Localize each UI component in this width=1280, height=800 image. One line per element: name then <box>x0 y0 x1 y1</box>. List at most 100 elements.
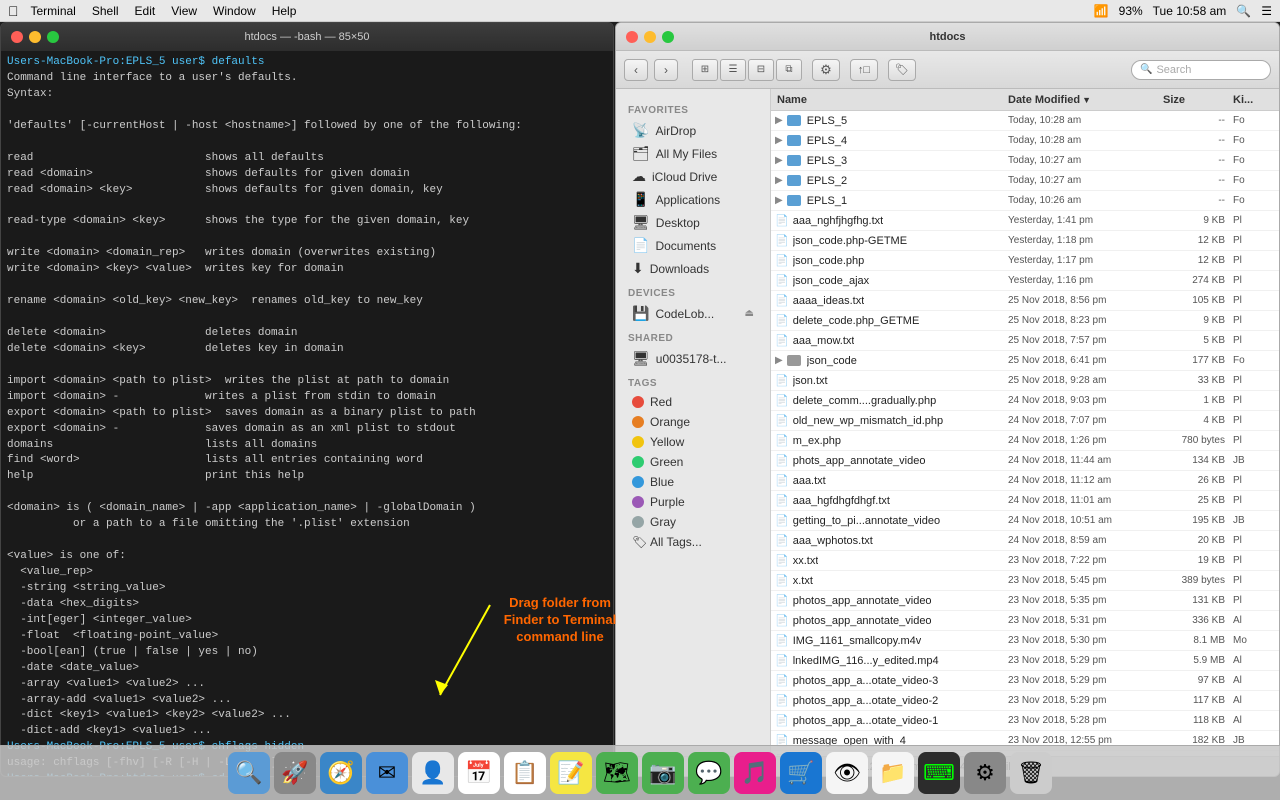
table-row[interactable]: 📄 json_code.php-GETME Yesterday, 1:18 pm… <box>771 231 1279 251</box>
minimize-button[interactable] <box>29 31 41 43</box>
sidebar-tag-all-tags[interactable]: 🏷All Tags... <box>620 532 766 552</box>
menu-view[interactable]: View <box>171 4 197 18</box>
dock-safari[interactable]: 🧭 <box>320 752 362 794</box>
column-view-button[interactable]: ⊟ <box>748 59 774 81</box>
table-row[interactable]: ▶ EPLS_2 Today, 10:27 am -- Fo <box>771 171 1279 191</box>
table-row[interactable]: 📄 x.txt 23 Nov 2018, 5:45 pm 389 bytes P… <box>771 571 1279 591</box>
table-row[interactable]: 📄 json.txt 25 Nov 2018, 9:28 am 33 KB Pl <box>771 371 1279 391</box>
table-row[interactable]: 📄 xx.txt 23 Nov 2018, 7:22 pm 19 KB Pl <box>771 551 1279 571</box>
sidebar-item-codelobster[interactable]: 💾 CodeLob... ⏏ <box>620 302 766 325</box>
sidebar-item-documents[interactable]: 📄 Documents <box>620 234 766 257</box>
table-row[interactable]: ▶ EPLS_1 Today, 10:26 am -- Fo <box>771 191 1279 211</box>
sidebar-item-shared[interactable]: 🖥 u0035178-t... <box>620 347 766 370</box>
sidebar-item-airdrop[interactable]: 📡 AirDrop <box>620 119 766 142</box>
table-row[interactable]: 📄 json_code_ajax Yesterday, 1:16 pm 274 … <box>771 271 1279 291</box>
dock-system-prefs[interactable]: ⚙ <box>964 752 1006 794</box>
finder-minimize-button[interactable] <box>644 31 656 43</box>
forward-button[interactable]: › <box>654 59 678 81</box>
table-row[interactable]: 📄 getting_to_pi...annotate_video 24 Nov … <box>771 511 1279 531</box>
table-row[interactable]: 📄 m_ex.php 24 Nov 2018, 1:26 pm 780 byte… <box>771 431 1279 451</box>
list-view-button[interactable]: ☰ <box>720 59 746 81</box>
list-icon[interactable]: ☰ <box>1261 4 1272 18</box>
sidebar-tag-orange[interactable]: Orange <box>620 412 766 432</box>
dock-terminal[interactable]: ⌨ <box>918 752 960 794</box>
file-name-cell: 📄 x.txt <box>771 574 1004 587</box>
sidebar-tag-red[interactable]: Red <box>620 392 766 412</box>
table-row[interactable]: 📄 phots_app_annotate_video 24 Nov 2018, … <box>771 451 1279 471</box>
table-row[interactable]: ▶ EPLS_3 Today, 10:27 am -- Fo <box>771 151 1279 171</box>
col-header-name[interactable]: Name <box>771 94 1004 106</box>
table-row[interactable]: 📄 photos_app_annotate_video 23 Nov 2018,… <box>771 591 1279 611</box>
finder-close-button[interactable] <box>626 31 638 43</box>
dock-itunes[interactable]: 🎵 <box>734 752 776 794</box>
table-row[interactable]: 📄 aaa_hgfdhgfdhgf.txt 24 Nov 2018, 11:01… <box>771 491 1279 511</box>
table-row[interactable]: 📄 lnkedIMG_116...y_edited.mp4 23 Nov 201… <box>771 651 1279 671</box>
dock-messages[interactable]: 💬 <box>688 752 730 794</box>
table-row[interactable]: 📄 aaa_wphotos.txt 24 Nov 2018, 8:59 am 2… <box>771 531 1279 551</box>
search-icon[interactable]: 🔍 <box>1236 4 1251 18</box>
col-header-size[interactable]: Size <box>1159 94 1229 106</box>
sidebar-tag-purple[interactable]: Purple <box>620 492 766 512</box>
col-header-date[interactable]: Date Modified ▼ <box>1004 94 1159 106</box>
table-row[interactable]: ▶ EPLS_5 Today, 10:28 am -- Fo <box>771 111 1279 131</box>
table-row[interactable]: 📄 photos_app_a...otate_video-3 23 Nov 20… <box>771 671 1279 691</box>
table-row[interactable]: 📄 photos_app_a...otate_video-2 23 Nov 20… <box>771 691 1279 711</box>
table-row[interactable]: 📄 delete_comm....gradually.php 24 Nov 20… <box>771 391 1279 411</box>
dock-calendar[interactable]: 📅 <box>458 752 500 794</box>
table-row[interactable]: 📄 aaa_nghfjhgfhg.txt Yesterday, 1:41 pm … <box>771 211 1279 231</box>
cover-flow-button[interactable]: ⧉ <box>776 59 802 81</box>
all-my-files-icon: 🗂 <box>632 145 650 162</box>
table-row[interactable]: 📄 IMG_1161_smallcopy.m4v 23 Nov 2018, 5:… <box>771 631 1279 651</box>
dock-facetime[interactable]: 📷 <box>642 752 684 794</box>
finder-maximize-button[interactable] <box>662 31 674 43</box>
sidebar-tag-blue[interactable]: Blue <box>620 472 766 492</box>
sidebar-item-desktop[interactable]: 🖥 Desktop <box>620 211 766 234</box>
table-row[interactable]: 📄 delete_code.php_GETME 25 Nov 2018, 8:2… <box>771 311 1279 331</box>
back-button[interactable]: ‹ <box>624 59 648 81</box>
sidebar-tag-gray[interactable]: Gray <box>620 512 766 532</box>
dock-preview[interactable]: 👁 <box>826 752 868 794</box>
dock-contacts[interactable]: 👤 <box>412 752 454 794</box>
sidebar-item-applications[interactable]: 📱 Applications <box>620 188 766 211</box>
dock-notes[interactable]: 📝 <box>550 752 592 794</box>
tags-button[interactable]: 🏷 <box>888 59 916 81</box>
dock-trash[interactable]: 🗑 <box>1010 752 1052 794</box>
apple-menu[interactable]:  <box>8 3 19 19</box>
menu-shell[interactable]: Shell <box>92 4 119 18</box>
menu-terminal[interactable]: Terminal <box>31 4 76 18</box>
file-date: Yesterday, 1:16 pm <box>1004 275 1159 286</box>
action-button[interactable]: ⚙ <box>812 59 840 81</box>
menu-edit[interactable]: Edit <box>135 4 156 18</box>
table-row[interactable]: 📄 old_new_wp_mismatch_id.php 24 Nov 2018… <box>771 411 1279 431</box>
dock-reminders[interactable]: 📋 <box>504 752 546 794</box>
sidebar-item-downloads[interactable]: ⬇ Downloads <box>620 257 766 280</box>
eject-icon[interactable]: ⏏ <box>745 308 754 319</box>
share-button[interactable]: ↑□ <box>850 59 878 81</box>
sidebar-item-icloud[interactable]: ☁ iCloud Drive <box>620 165 766 188</box>
table-row[interactable]: ▶ EPLS_4 Today, 10:28 am -- Fo <box>771 131 1279 151</box>
close-button[interactable] <box>11 31 23 43</box>
table-row[interactable]: ▶ json_code 25 Nov 2018, 6:41 pm 177 KB … <box>771 351 1279 371</box>
icon-view-button[interactable]: ⊞ <box>692 59 718 81</box>
dock-filezilla[interactable]: 📁 <box>872 752 914 794</box>
dock-appstore[interactable]: 🛒 <box>780 752 822 794</box>
dock-maps[interactable]: 🗺 <box>596 752 638 794</box>
dock-mail[interactable]: ✉ <box>366 752 408 794</box>
search-field[interactable]: 🔍 Search <box>1131 60 1271 80</box>
maximize-button[interactable] <box>47 31 59 43</box>
table-row[interactable]: 📄 photos_app_a...otate_video-1 23 Nov 20… <box>771 711 1279 731</box>
dock-finder[interactable]: 🔍 <box>228 752 270 794</box>
col-header-kind[interactable]: Ki... <box>1229 94 1279 106</box>
menu-window[interactable]: Window <box>213 4 256 18</box>
dock-launchpad[interactable]: 🚀 <box>274 752 316 794</box>
table-row[interactable]: 📄 photos_app_annotate_video 23 Nov 2018,… <box>771 611 1279 631</box>
terminal-content[interactable]: Users-MacBook-Pro:EPLS_5 user$ defaults … <box>1 51 613 776</box>
table-row[interactable]: 📄 aaa_mow.txt 25 Nov 2018, 7:57 pm 5 KB … <box>771 331 1279 351</box>
menu-help[interactable]: Help <box>272 4 297 18</box>
table-row[interactable]: 📄 json_code.php Yesterday, 1:17 pm 12 KB… <box>771 251 1279 271</box>
sidebar-item-all-my-files[interactable]: 🗂 All My Files <box>620 142 766 165</box>
table-row[interactable]: 📄 aaa.txt 24 Nov 2018, 11:12 am 26 KB Pl <box>771 471 1279 491</box>
sidebar-tag-green[interactable]: Green <box>620 452 766 472</box>
sidebar-tag-yellow[interactable]: Yellow <box>620 432 766 452</box>
table-row[interactable]: 📄 aaaa_ideas.txt 25 Nov 2018, 8:56 pm 10… <box>771 291 1279 311</box>
